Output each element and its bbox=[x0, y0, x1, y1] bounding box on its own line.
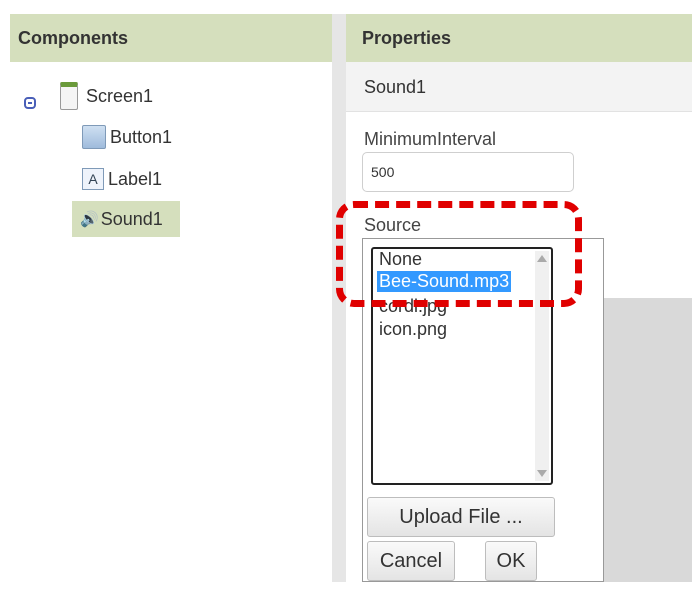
list-item-icon[interactable]: icon.png bbox=[379, 319, 447, 340]
tree-item-label: Sound1 bbox=[100, 208, 163, 229]
tree-item-screen1[interactable]: Screen1 bbox=[60, 78, 153, 114]
tree-item-label1[interactable]: A Label1 bbox=[82, 161, 162, 197]
button-icon bbox=[82, 125, 106, 149]
tree-item-sound1[interactable]: 🔊 Sound1 bbox=[72, 201, 180, 237]
ok-button[interactable]: OK bbox=[485, 541, 537, 581]
properties-header: Properties bbox=[346, 14, 692, 62]
components-panel: Components Screen1 Button1 A Label1 🔊 So… bbox=[10, 14, 332, 582]
label-icon: A bbox=[82, 168, 104, 190]
minimum-interval-input[interactable]: 500 bbox=[362, 152, 574, 192]
selected-component-name: Sound1 bbox=[346, 62, 692, 112]
asset-listbox[interactable]: None Bee-Sound.mp3 cordi.jpg icon.png bbox=[371, 247, 553, 485]
source-picker-popup: None Bee-Sound.mp3 cordi.jpg icon.png Up… bbox=[362, 238, 604, 582]
properties-panel: Properties Sound1 MinimumInterval 500 So… bbox=[346, 14, 692, 582]
source-label: Source bbox=[364, 215, 422, 235]
panel-divider bbox=[332, 14, 346, 582]
tree-item-label: Label1 bbox=[108, 168, 163, 189]
list-item-cordi[interactable]: cordi.jpg bbox=[379, 296, 447, 317]
background-area bbox=[600, 298, 692, 582]
speaker-icon: 🔊 bbox=[80, 211, 99, 228]
upload-file-button[interactable]: Upload File ... bbox=[367, 497, 555, 537]
list-item-bee-sound[interactable]: Bee-Sound.mp3 bbox=[377, 271, 512, 292]
cancel-button[interactable]: Cancel bbox=[367, 541, 455, 581]
collapse-icon[interactable] bbox=[24, 97, 36, 109]
tree-item-label: Screen1 bbox=[86, 85, 154, 106]
tree-item-button1[interactable]: Button1 bbox=[82, 119, 172, 155]
screen-icon bbox=[60, 82, 78, 110]
tree-item-label: Button1 bbox=[110, 126, 173, 147]
components-header: Components bbox=[10, 14, 332, 62]
list-item-none[interactable]: None bbox=[379, 249, 422, 270]
scroll-up-icon[interactable] bbox=[537, 255, 547, 262]
scroll-down-icon[interactable] bbox=[537, 470, 547, 477]
listbox-scrollbar[interactable] bbox=[535, 251, 549, 481]
minimum-interval-label: MinimumInterval bbox=[364, 129, 497, 149]
